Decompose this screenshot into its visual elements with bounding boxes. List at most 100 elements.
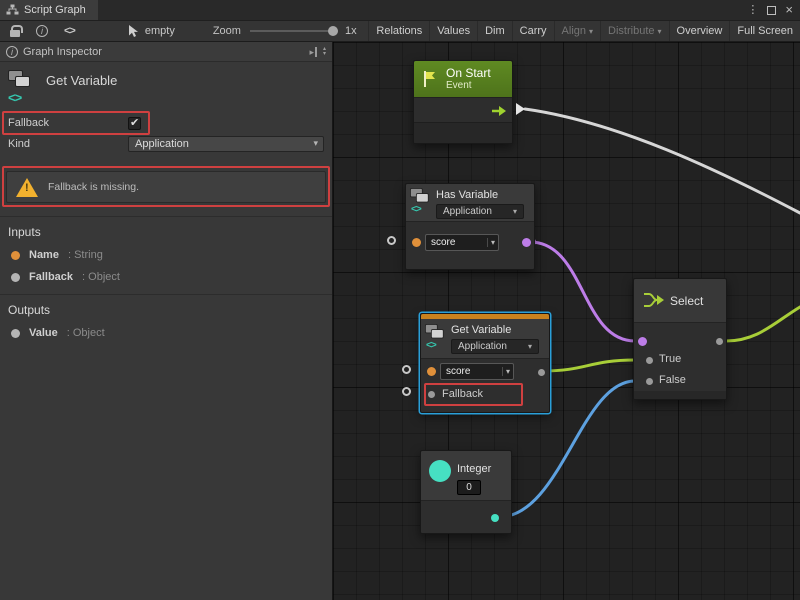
node-has-variable[interactable]: Has Variable Application score	[405, 183, 535, 270]
fullscreen-button[interactable]: Full Screen	[729, 21, 800, 41]
values-button[interactable]: Values	[429, 21, 477, 41]
node-title: Select	[670, 294, 703, 308]
inspector-header: Graph Inspector ▸ ▴▾	[0, 42, 332, 62]
cursor-icon	[127, 24, 139, 38]
output-port-row: Value : Object	[0, 322, 332, 344]
flow-output-row	[414, 97, 512, 123]
carry-button[interactable]: Carry	[512, 21, 554, 41]
align-label: Align	[562, 25, 586, 37]
node-select[interactable]: Select True False	[633, 278, 727, 400]
check-icon: ✔	[130, 116, 139, 129]
close-icon[interactable]: ×	[785, 0, 793, 20]
chevron-down-icon	[586, 25, 593, 37]
select-branch-icon	[642, 290, 666, 310]
selection-mode-button[interactable]: empty	[127, 24, 175, 38]
code-icon	[411, 204, 421, 215]
string-port-icon[interactable]	[412, 238, 421, 247]
unconnected-port[interactable]	[402, 365, 411, 374]
dock-icon[interactable]: ▸	[309, 47, 317, 57]
node-title: On Start	[446, 67, 491, 80]
node-on-start[interactable]: On Start Event	[413, 60, 513, 144]
variables-icon	[410, 188, 429, 202]
port-type: : String	[68, 249, 103, 261]
true-input-port[interactable]	[646, 357, 653, 364]
code-icon	[426, 340, 436, 351]
script-graph-window: Script Graph ⋮ × empty Zoom 1x Relations…	[0, 0, 800, 600]
variables-icon	[8, 70, 30, 87]
distribute-button: Distribute	[600, 21, 668, 41]
true-port-label: True	[659, 353, 681, 365]
port-type: : Object	[67, 327, 105, 339]
selection-output-port[interactable]	[716, 338, 723, 345]
fallback-input-port[interactable]	[428, 391, 435, 398]
variable-name-dropdown[interactable]: score	[425, 234, 499, 251]
info-icon[interactable]	[36, 25, 48, 37]
integer-value-field[interactable]: 0	[457, 480, 481, 495]
scroll-arrows-icon[interactable]: ▴▾	[323, 47, 326, 57]
lock-icon[interactable]	[10, 30, 20, 37]
zoom-slider-knob[interactable]	[328, 26, 338, 36]
value-wire[interactable]	[542, 360, 635, 371]
tab-script-graph[interactable]: Script Graph	[0, 0, 98, 20]
input-port-row: Fallback : Object	[0, 266, 332, 288]
fallback-port-label: Fallback	[442, 388, 483, 400]
zoom-label: Zoom	[213, 25, 241, 37]
kind-dropdown[interactable]: Application	[436, 204, 524, 219]
unconnected-port[interactable]	[387, 236, 396, 245]
condition-input-port[interactable]	[638, 337, 647, 346]
relations-button[interactable]: Relations	[368, 21, 429, 41]
zoom-slider[interactable]	[250, 26, 338, 36]
bool-output-port[interactable]	[522, 238, 531, 247]
variable-name-dropdown[interactable]: score	[440, 363, 514, 380]
align-button: Align	[554, 21, 600, 41]
value-output-port[interactable]	[538, 369, 545, 376]
node-title: Integer	[457, 463, 491, 475]
graph-canvas[interactable]: On Start Event Has Variable Application …	[333, 42, 800, 600]
port-type: : Object	[82, 271, 120, 283]
node-type-icon	[8, 70, 34, 112]
warning-box: ! Fallback is missing.	[6, 171, 326, 203]
zoom-value: 1x	[345, 25, 357, 37]
code-icon[interactable]	[64, 25, 75, 37]
fallback-checkbox[interactable]: ✔	[128, 117, 141, 130]
inspector-header-icons: ▸ ▴▾	[309, 47, 326, 57]
kind-setting-label: Kind	[8, 138, 128, 150]
code-icon	[8, 90, 21, 105]
dim-button[interactable]: Dim	[477, 21, 512, 41]
outputs-section-header: Outputs	[0, 295, 332, 322]
node-subtitle: Event	[446, 80, 491, 92]
node-get-variable[interactable]: Get Variable Application score Fallback	[420, 313, 550, 413]
window-title: Script Graph	[24, 4, 86, 16]
kind-dropdown[interactable]: Application	[451, 339, 539, 354]
input-port-row: Name : String	[0, 244, 332, 266]
warning-icon: !	[16, 178, 38, 197]
warning-text: Fallback is missing.	[48, 181, 139, 193]
zoom-slider-track[interactable]	[250, 30, 338, 32]
flow-output-port[interactable]	[516, 103, 525, 115]
select-out-wire[interactable]	[726, 307, 800, 341]
flag-icon	[420, 69, 440, 89]
node-footer	[414, 122, 512, 143]
inputs-section-header: Inputs	[0, 217, 332, 244]
kind-dropdown[interactable]: Application	[128, 136, 324, 152]
node-integer[interactable]: Integer 0	[420, 450, 512, 534]
maximize-icon[interactable]	[767, 6, 776, 15]
port-name: Value	[29, 327, 58, 339]
overview-button[interactable]: Overview	[669, 21, 730, 41]
string-port-icon[interactable]	[427, 367, 436, 376]
graph-toolbar: empty Zoom 1x Relations Values Dim Carry…	[0, 20, 800, 42]
inspector-header-title: Graph Inspector	[23, 46, 102, 58]
info-icon	[6, 46, 18, 58]
flow-wire[interactable]	[525, 109, 800, 213]
kind-setting-row: Kind Application	[0, 134, 332, 154]
distribute-label: Distribute	[608, 25, 654, 37]
unconnected-port[interactable]	[402, 387, 411, 396]
titlebar-controls: ⋮ ×	[747, 0, 800, 20]
inspector-node-title: Get Variable	[46, 73, 117, 112]
false-input-port[interactable]	[646, 378, 653, 385]
window-menu-icon[interactable]: ⋮	[747, 0, 758, 20]
event-node-header: On Start Event	[414, 61, 512, 97]
object-port-icon	[11, 273, 20, 282]
object-port-icon	[11, 329, 20, 338]
int-output-port[interactable]	[491, 514, 499, 522]
